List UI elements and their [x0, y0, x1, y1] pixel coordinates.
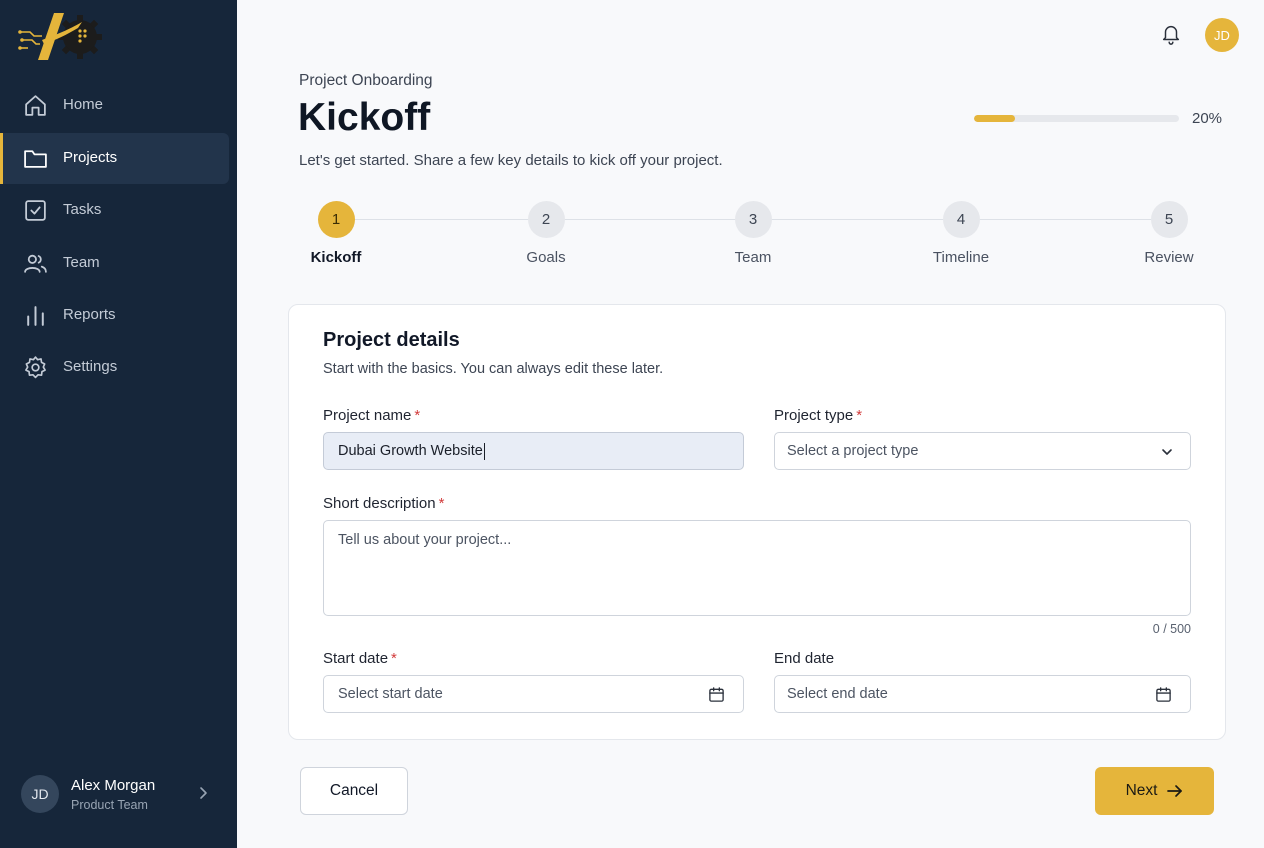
sidebar-item-home[interactable]: Home	[0, 80, 229, 131]
step-label: Kickoff	[310, 249, 362, 266]
bar-chart-icon	[27, 306, 44, 326]
checkbox-icon	[25, 200, 46, 221]
sidebar-item-label: Team	[63, 254, 100, 271]
calendar-icon[interactable]	[708, 686, 725, 703]
breadcrumb: Project Onboarding	[299, 72, 433, 89]
user-role: Product Team	[71, 798, 148, 812]
start-date-input[interactable]: Select start date	[323, 675, 744, 713]
project-type-select[interactable]: Select a project type	[774, 432, 1191, 470]
arrow-right-icon	[1167, 785, 1183, 797]
sidebar-item-projects[interactable]: Projects	[0, 133, 229, 184]
description-textarea[interactable]: Tell us about your project...	[323, 520, 1191, 616]
step-team[interactable]: 3 Team	[698, 201, 808, 266]
end-date-input[interactable]: Select end date	[774, 675, 1191, 713]
project-type-label: Project type *	[774, 407, 863, 424]
step-timeline[interactable]: 4 Timeline	[906, 201, 1016, 266]
chevron-right-icon	[200, 787, 207, 799]
sidebar-item-label: Home	[63, 96, 104, 113]
step-label: Review	[1144, 249, 1194, 266]
progress-fill	[974, 115, 1015, 122]
sidebar-item-tasks[interactable]: Tasks	[0, 185, 229, 236]
page-title: Kickoff	[298, 96, 431, 139]
sidebar-item-label: Reports	[63, 306, 116, 323]
step-goals[interactable]: 2 Goals	[491, 201, 601, 266]
card-title: Project details	[323, 329, 460, 351]
sidebar-item-reports[interactable]: Reports	[0, 290, 229, 341]
sidebar: Home Projects Tasks Team Reports Setting…	[0, 0, 237, 848]
step-number: 5	[1150, 201, 1188, 238]
step-number: 3	[734, 201, 772, 238]
next-button[interactable]: Next	[1095, 767, 1214, 815]
step-label: Timeline	[932, 249, 990, 266]
character-counter: 0 / 500	[1152, 622, 1191, 636]
next-button-label: Next	[1125, 782, 1158, 799]
progress-bar	[974, 115, 1179, 122]
text-caret	[483, 442, 485, 460]
step-kickoff[interactable]: 1 Kickoff	[281, 201, 391, 266]
step-label: Goals	[526, 249, 566, 266]
brand-logo-icon[interactable]	[18, 10, 102, 64]
required-mark: *	[414, 407, 421, 424]
step-label: Team	[734, 249, 772, 266]
card-subtitle: Start with the basics. You can always ed…	[323, 361, 664, 377]
folder-icon	[24, 150, 47, 168]
home-icon	[25, 95, 46, 116]
step-number: 1	[317, 201, 355, 238]
calendar-icon[interactable]	[1155, 686, 1172, 703]
gear-icon	[25, 356, 46, 379]
avatar[interactable]: JD	[1205, 18, 1239, 52]
step-number: 4	[942, 201, 980, 238]
sidebar-item-label: Projects	[63, 149, 118, 166]
start-date-label: Start date *	[323, 650, 397, 667]
avatar: JD	[21, 775, 59, 813]
cancel-button[interactable]: Cancel	[300, 767, 408, 815]
description-label: Short description *	[323, 495, 445, 512]
step-number: 2	[527, 201, 565, 238]
progress-label: 20%	[1192, 110, 1223, 127]
page-subtitle: Let's get started. Share a few key detai…	[299, 152, 723, 169]
sidebar-item-team[interactable]: Team	[0, 238, 229, 289]
user-profile[interactable]: JD Alex Morgan Product Team	[21, 775, 221, 815]
required-mark: *	[391, 650, 397, 667]
sidebar-item-label: Settings	[63, 358, 118, 375]
sidebar-item-label: Tasks	[63, 201, 102, 218]
end-date-label: End date	[774, 650, 835, 667]
users-icon	[24, 254, 47, 273]
user-name: Alex Morgan	[71, 777, 156, 794]
chevron-down-icon	[1162, 449, 1172, 455]
required-mark: *	[438, 495, 445, 512]
project-details-card: Project details Start with the basics. Y…	[288, 304, 1226, 740]
bell-icon[interactable]	[1160, 23, 1182, 45]
project-name-input[interactable]: Dubai Growth Website	[323, 432, 744, 470]
sidebar-item-settings[interactable]: Settings	[0, 342, 229, 393]
project-name-label: Project name *	[323, 407, 421, 424]
required-mark: *	[856, 407, 863, 424]
step-review[interactable]: 5 Review	[1114, 201, 1224, 266]
